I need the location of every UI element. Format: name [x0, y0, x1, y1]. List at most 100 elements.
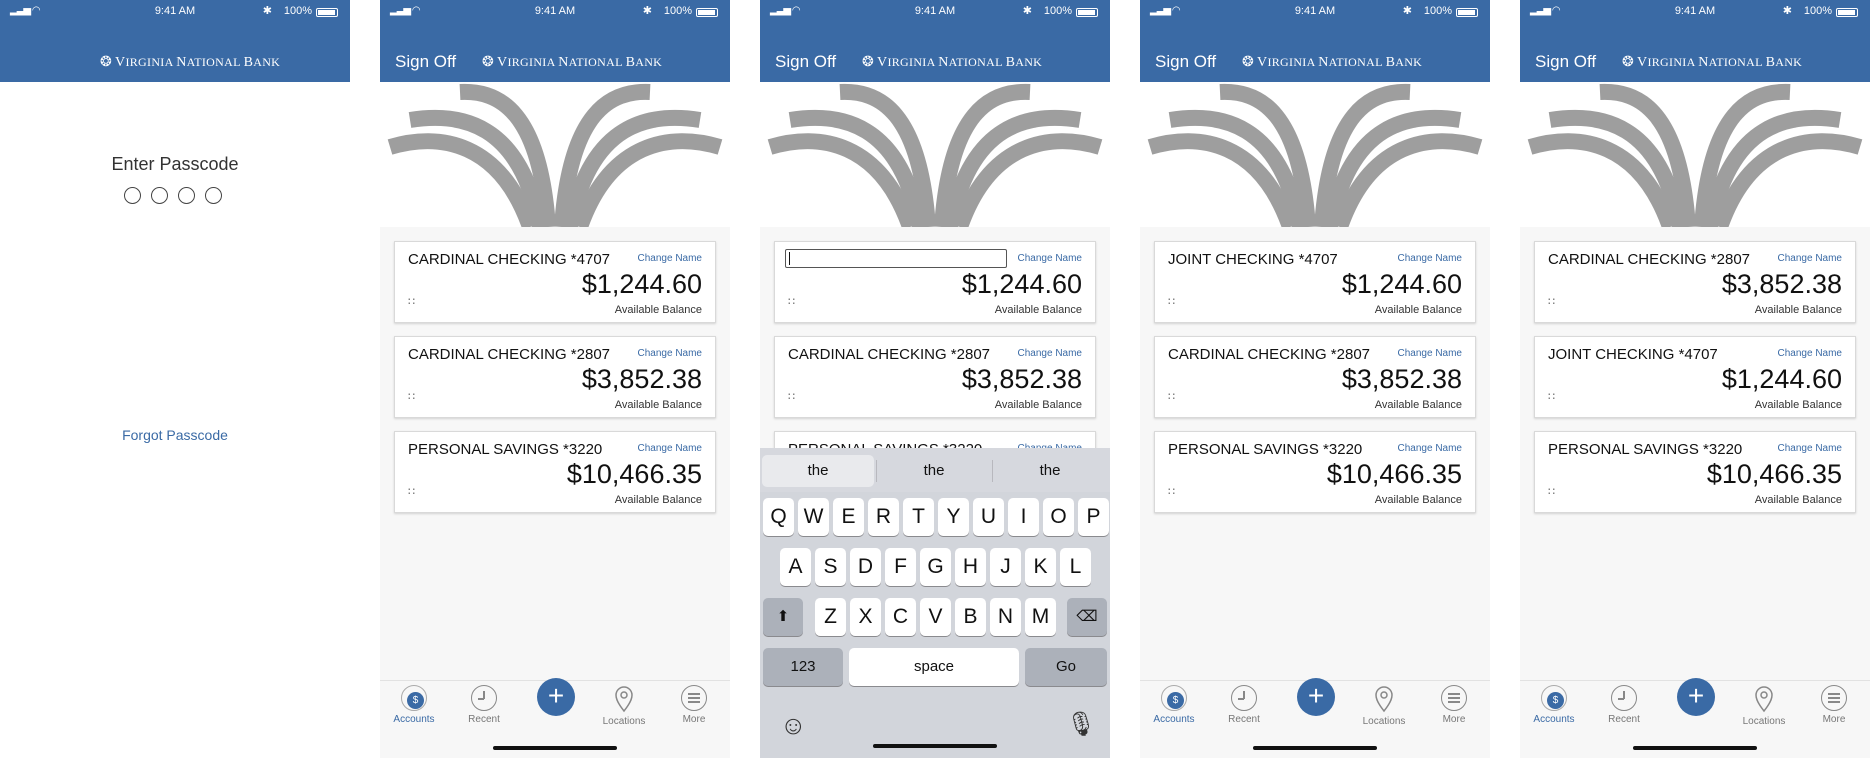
- change-name-link[interactable]: Change Name: [1398, 443, 1462, 454]
- account-name-input[interactable]: [785, 249, 1007, 268]
- add-button[interactable]: +: [1297, 678, 1335, 716]
- key-v[interactable]: V: [920, 598, 951, 636]
- shift-key[interactable]: ⬆: [763, 598, 803, 636]
- tab-locations[interactable]: Locations: [1354, 685, 1414, 727]
- change-name-link[interactable]: Change Name: [1778, 348, 1842, 359]
- key-f[interactable]: F: [885, 548, 916, 586]
- change-name-link[interactable]: Change Name: [1018, 253, 1082, 264]
- account-card[interactable]: CARDINAL CHECKING *2807 Change Name $3,8…: [774, 336, 1096, 418]
- status-bar: ▂▃▅ ◠ 9:41 AM ✱ 100%: [0, 4, 350, 20]
- microphone-icon[interactable]: 🎙: [1066, 710, 1096, 739]
- account-card[interactable]: CARDINAL CHECKING *2807 Change Name $3,8…: [1154, 336, 1476, 418]
- suggestion-item[interactable]: the: [994, 455, 1106, 487]
- tab-more[interactable]: More: [1804, 685, 1864, 725]
- suggestion-item[interactable]: the: [762, 455, 874, 487]
- key-n[interactable]: N: [990, 598, 1021, 636]
- drag-handle-icon[interactable]: ∷: [1548, 392, 1556, 403]
- tab-locations[interactable]: Locations: [594, 685, 654, 727]
- key-p[interactable]: P: [1078, 498, 1109, 536]
- account-balance: $3,852.38: [961, 364, 1082, 394]
- key-b[interactable]: B: [955, 598, 986, 636]
- space-key[interactable]: space: [849, 648, 1019, 686]
- sign-off-button[interactable]: Sign Off: [1155, 52, 1216, 72]
- account-card[interactable]: JOINT CHECKING *4707 Change Name $1,244.…: [1154, 241, 1476, 323]
- drag-handle-icon[interactable]: ∷: [1168, 392, 1176, 403]
- change-name-link[interactable]: Change Name: [1778, 443, 1842, 454]
- drag-handle-icon[interactable]: ∷: [1548, 297, 1556, 308]
- drag-handle-icon[interactable]: ∷: [788, 297, 796, 308]
- sign-off-button[interactable]: Sign Off: [395, 52, 456, 72]
- key-e[interactable]: E: [833, 498, 864, 536]
- forgot-passcode-link[interactable]: Forgot Passcode: [0, 427, 350, 443]
- tab-more[interactable]: More: [1424, 685, 1484, 725]
- drag-handle-icon[interactable]: ∷: [788, 392, 796, 403]
- key-q[interactable]: Q: [763, 498, 794, 536]
- account-card[interactable]: JOINT CHECKING *4707 Change Name $1,244.…: [1534, 336, 1856, 418]
- key-d[interactable]: D: [850, 548, 881, 586]
- key-x[interactable]: X: [850, 598, 881, 636]
- change-name-link[interactable]: Change Name: [1398, 348, 1462, 359]
- add-button[interactable]: +: [537, 678, 575, 716]
- drag-handle-icon[interactable]: ∷: [1168, 297, 1176, 308]
- change-name-link[interactable]: Change Name: [638, 253, 702, 264]
- key-s[interactable]: S: [815, 548, 846, 586]
- sign-off-button[interactable]: Sign Off: [1535, 52, 1596, 72]
- emoji-icon[interactable]: ☺: [780, 710, 807, 741]
- account-card[interactable]: CARDINAL CHECKING *4707 Change Name $1,2…: [394, 241, 716, 323]
- key-z[interactable]: Z: [815, 598, 846, 636]
- change-name-link[interactable]: Change Name: [638, 443, 702, 454]
- account-card[interactable]: CARDINAL CHECKING *2807 Change Name $3,8…: [1534, 241, 1856, 323]
- key-u[interactable]: U: [973, 498, 1004, 536]
- tab-accounts[interactable]: Accounts: [1144, 685, 1204, 725]
- change-name-link[interactable]: Change Name: [1778, 253, 1842, 264]
- key-h[interactable]: H: [955, 548, 986, 586]
- tab-accounts[interactable]: Accounts: [1524, 685, 1584, 725]
- account-balance: $10,466.35: [1326, 459, 1462, 489]
- tab-recent[interactable]: Recent: [454, 685, 514, 725]
- account-card[interactable]: PERSONAL SAVINGS *3220 Change Name $10,4…: [1154, 431, 1476, 513]
- account-card[interactable]: Change Name $1,244.60 ∷ Available Balanc…: [774, 241, 1096, 323]
- hero-logo-graphic: [380, 82, 730, 227]
- key-y[interactable]: Y: [938, 498, 969, 536]
- tab-locations[interactable]: Locations: [1734, 685, 1794, 727]
- key-g[interactable]: G: [920, 548, 951, 586]
- key-c[interactable]: C: [885, 598, 916, 636]
- key-l[interactable]: L: [1060, 548, 1091, 586]
- key-m[interactable]: M: [1025, 598, 1056, 636]
- tab-recent-label: Recent: [1228, 714, 1260, 725]
- backspace-key[interactable]: ⌫: [1067, 598, 1107, 636]
- sign-off-button[interactable]: Sign Off: [775, 52, 836, 72]
- add-button[interactable]: +: [1677, 678, 1715, 716]
- drag-handle-icon[interactable]: ∷: [1548, 487, 1556, 498]
- status-bar: ▂▃▅ ◠ 9:41 AM ✱ 100%: [1140, 4, 1490, 20]
- key-r[interactable]: R: [868, 498, 899, 536]
- battery-percent: 100%: [1803, 5, 1832, 17]
- key-w[interactable]: W: [798, 498, 829, 536]
- key-j[interactable]: J: [990, 548, 1021, 586]
- go-key[interactable]: Go: [1025, 648, 1107, 686]
- change-name-link[interactable]: Change Name: [1018, 348, 1082, 359]
- account-card[interactable]: CARDINAL CHECKING *2807 Change Name $3,8…: [394, 336, 716, 418]
- tab-more[interactable]: More: [664, 685, 724, 725]
- key-a[interactable]: A: [780, 548, 811, 586]
- key-k[interactable]: K: [1025, 548, 1056, 586]
- change-name-link[interactable]: Change Name: [1398, 253, 1462, 264]
- tab-recent[interactable]: Recent: [1594, 685, 1654, 725]
- key-o[interactable]: O: [1043, 498, 1074, 536]
- key-t[interactable]: T: [903, 498, 934, 536]
- account-card[interactable]: PERSONAL SAVINGS *3220 Change Name $10,4…: [394, 431, 716, 513]
- drag-handle-icon[interactable]: ∷: [408, 392, 416, 403]
- suggestion-item[interactable]: the: [878, 455, 990, 487]
- tab-recent[interactable]: Recent: [1214, 685, 1274, 725]
- drag-handle-icon[interactable]: ∷: [408, 297, 416, 308]
- account-name: CARDINAL CHECKING *4707: [408, 251, 611, 268]
- numbers-key[interactable]: 123: [763, 648, 843, 686]
- available-balance-label: Available Balance: [994, 304, 1082, 316]
- drag-handle-icon[interactable]: ∷: [1168, 487, 1176, 498]
- drag-handle-icon[interactable]: ∷: [408, 487, 416, 498]
- key-i[interactable]: I: [1008, 498, 1039, 536]
- tab-accounts[interactable]: Accounts: [384, 685, 444, 725]
- change-name-link[interactable]: Change Name: [638, 348, 702, 359]
- account-card[interactable]: PERSONAL SAVINGS *3220 Change Name $10,4…: [1534, 431, 1856, 513]
- passcode-dots[interactable]: [124, 187, 232, 209]
